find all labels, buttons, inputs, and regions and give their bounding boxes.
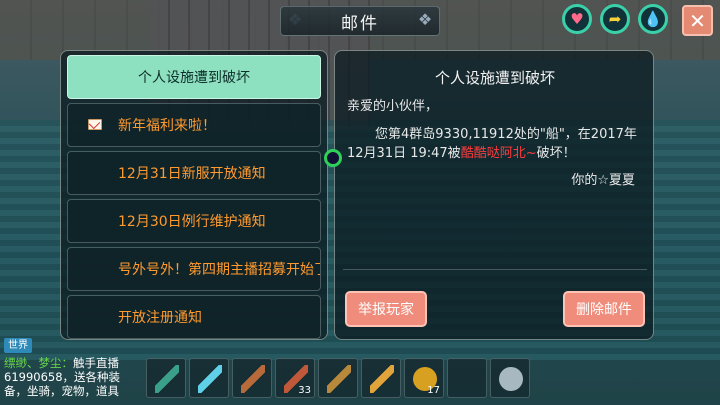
panel-divider bbox=[343, 269, 647, 270]
envelope-icon bbox=[88, 119, 102, 130]
delete-mail-button[interactable]: 删除邮件 bbox=[563, 291, 645, 327]
report-player-button[interactable]: 举报玩家 bbox=[345, 291, 427, 327]
mail-greeting: 亲爱的小伙伴， bbox=[347, 99, 439, 114]
target-indicator bbox=[324, 149, 342, 167]
mail-list-item[interactable]: 号外号外！第四期主播招募开始了 bbox=[67, 247, 321, 291]
chat-channel-tag[interactable]: 世界 bbox=[4, 338, 32, 353]
mail-body: 您第4群岛9330,11912处的"船"，在2017年12月31日 19:47被… bbox=[347, 125, 647, 163]
hotbar-slot[interactable] bbox=[232, 358, 272, 398]
hotbar-slot[interactable] bbox=[146, 358, 186, 398]
hotbar-slot[interactable] bbox=[447, 358, 487, 398]
page-title: 邮件 bbox=[341, 13, 379, 34]
bow-icon bbox=[241, 365, 265, 393]
mail-list-item-label: 新年福利来啦！ bbox=[118, 118, 216, 134]
staff-icon bbox=[155, 365, 179, 393]
mail-list-panel: 个人设施遭到破坏新年福利来啦！ 12月31日新服开放通知 12月30日例行维护通知号… bbox=[60, 50, 328, 340]
hotbar-slot[interactable] bbox=[490, 358, 530, 398]
mail-list-item-label: 12月31日新服开放通知 bbox=[118, 166, 266, 182]
mail-list-item-label: 开放注册通知 bbox=[118, 310, 202, 326]
hotbar-slot[interactable]: 17 bbox=[404, 358, 444, 398]
title-ornament-right: ❖ bbox=[417, 10, 433, 29]
mail-body-end: 破坏！ bbox=[536, 146, 576, 161]
banana-icon bbox=[370, 365, 394, 393]
offender-name: 酷酷哒阿北~ bbox=[460, 146, 537, 161]
drop-button[interactable]: 💧 bbox=[638, 4, 668, 34]
arrow-icon: ➦ bbox=[608, 10, 622, 28]
hotbar-slot-count: 33 bbox=[298, 385, 311, 396]
chat-message[interactable]: 缥缈、梦尘：触手直播61990658，送各种装备，坐骑，宠物，道具 bbox=[4, 356, 142, 398]
fishing-rod-icon bbox=[327, 365, 351, 393]
mail-signature: 你的☆夏夏 bbox=[571, 173, 635, 188]
mail-list-item[interactable]: 12月31日新服开放通知 bbox=[67, 151, 321, 195]
mail-list-item[interactable]: 新年福利来啦！ bbox=[67, 103, 321, 147]
water-drop-icon: 💧 bbox=[643, 10, 663, 28]
chat-sender: 缥缈、梦尘： bbox=[4, 356, 73, 370]
hotbar-slot[interactable] bbox=[361, 358, 401, 398]
hotbar-slot-count: 17 bbox=[427, 385, 440, 396]
mail-detail-panel: 个人设施遭到破坏 亲爱的小伙伴， 您第4群岛9330,11912处的"船"，在2… bbox=[334, 50, 654, 340]
heart-button[interactable]: ♥ bbox=[562, 4, 592, 34]
trident-icon bbox=[198, 365, 222, 393]
hotbar-slot[interactable] bbox=[189, 358, 229, 398]
mail-list-item-label: 个人设施遭到破坏 bbox=[138, 70, 250, 86]
heart-icon: ♥ bbox=[570, 10, 584, 28]
mail-list-item-label: 12月30日例行维护通知 bbox=[118, 214, 266, 230]
mail-list-item[interactable]: 个人设施遭到破坏 bbox=[67, 55, 321, 99]
close-button[interactable]: ✕ bbox=[682, 5, 713, 36]
arrow-button[interactable]: ➦ bbox=[600, 4, 630, 34]
mail-list-item[interactable]: 12月30日例行维护通知 bbox=[67, 199, 321, 243]
disc-icon bbox=[499, 367, 523, 391]
hotbar: 33 17 bbox=[146, 358, 534, 400]
hotbar-slot[interactable] bbox=[318, 358, 358, 398]
mail-list-item[interactable]: 开放注册通知 bbox=[67, 295, 321, 339]
mail-detail-title: 个人设施遭到破坏 bbox=[434, 69, 555, 87]
hotbar-slot[interactable]: 33 bbox=[275, 358, 315, 398]
close-icon: ✕ bbox=[689, 8, 706, 33]
mail-list-item-label: 号外号外！第四期主播招募开始了 bbox=[118, 262, 321, 278]
